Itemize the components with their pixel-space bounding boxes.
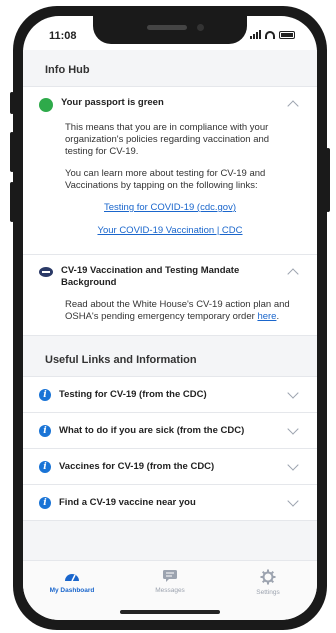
- mandate-text-end: .: [276, 311, 280, 322]
- chevron-up-icon[interactable]: [287, 100, 299, 112]
- mandate-text: Read about the White House's CV-19 actio…: [65, 299, 290, 322]
- useful-links-list: i Testing for CV-19 (from the CDC) i Wha…: [23, 376, 317, 521]
- list-item-label: Testing for CV-19 (from the CDC): [59, 389, 207, 400]
- tab-label: Messages: [155, 587, 185, 594]
- side-button: [10, 132, 14, 172]
- status-icons: [250, 30, 295, 39]
- side-button: [10, 92, 14, 114]
- content-scroll[interactable]: Info Hub Your passport is green This mea…: [23, 50, 317, 560]
- passport-body: This means that you are in compliance wi…: [23, 120, 317, 192]
- mandate-card: CV-19 Vaccination and Testing Mandate Ba…: [23, 255, 317, 336]
- info-icon: i: [39, 496, 51, 509]
- vaccination-cdc-link[interactable]: Your COVID-19 Vaccination | CDC: [23, 225, 317, 236]
- list-item[interactable]: i Testing for CV-19 (from the CDC): [23, 377, 317, 413]
- dashboard-icon: [65, 574, 79, 582]
- tab-my-dashboard[interactable]: My Dashboard: [23, 561, 121, 620]
- side-button: [326, 148, 330, 212]
- list-item-label: What to do if you are sick (from the CDC…: [59, 425, 245, 436]
- chevron-down-icon: [287, 387, 299, 399]
- testing-cdc-link[interactable]: Testing for COVID-19 (cdc.gov): [23, 202, 317, 213]
- passport-paragraph-2: You can learn more about testing for CV-…: [65, 168, 266, 191]
- passport-title: Your passport is green: [61, 97, 164, 108]
- info-icon: i: [39, 460, 51, 473]
- mandate-title: CV-19 Vaccination and Testing Mandate Ba…: [61, 265, 240, 288]
- info-icon: i: [39, 424, 51, 437]
- camera: [197, 24, 204, 31]
- home-indicator[interactable]: [120, 610, 220, 614]
- passport-header[interactable]: Your passport is green: [23, 87, 317, 120]
- notch: [93, 16, 247, 44]
- useful-links-title: Useful Links and Information: [23, 336, 317, 376]
- chevron-down-icon: [287, 459, 299, 471]
- status-time: 11:08: [49, 30, 77, 42]
- speaker: [147, 25, 187, 30]
- info-hub-title: Info Hub: [23, 50, 317, 86]
- list-item-label: Find a CV-19 vaccine near you: [59, 497, 196, 508]
- chevron-down-icon: [287, 423, 299, 435]
- passport-paragraph-1: This means that you are in compliance wi…: [65, 122, 270, 157]
- list-item[interactable]: i What to do if you are sick (from the C…: [23, 413, 317, 449]
- tab-settings[interactable]: Settings: [219, 561, 317, 620]
- list-item-label: Vaccines for CV-19 (from the CDC): [59, 461, 215, 472]
- wifi-icon: [265, 30, 275, 39]
- signal-icon: [250, 30, 261, 39]
- mandate-icon: [39, 267, 53, 277]
- chevron-down-icon: [287, 495, 299, 507]
- message-icon: [163, 570, 177, 582]
- info-icon: i: [39, 388, 51, 401]
- status-green-icon: [39, 98, 53, 112]
- tab-label: My Dashboard: [49, 587, 95, 594]
- tab-label: Settings: [256, 589, 280, 596]
- list-item[interactable]: i Find a CV-19 vaccine near you: [23, 485, 317, 521]
- mandate-header[interactable]: CV-19 Vaccination and Testing Mandate Ba…: [23, 255, 317, 297]
- phone-frame: 11:08 Info Hub Your passport is green Th…: [13, 6, 327, 630]
- chevron-up-icon[interactable]: [287, 268, 299, 280]
- side-button: [10, 182, 14, 222]
- gear-icon: [260, 569, 276, 585]
- mandate-here-link[interactable]: here: [257, 311, 276, 322]
- mandate-body: Read about the White House's CV-19 actio…: [23, 297, 317, 335]
- screen: 11:08 Info Hub Your passport is green Th…: [23, 16, 317, 620]
- passport-card: Your passport is green This means that y…: [23, 86, 317, 255]
- list-item[interactable]: i Vaccines for CV-19 (from the CDC): [23, 449, 317, 485]
- battery-icon: [279, 30, 295, 39]
